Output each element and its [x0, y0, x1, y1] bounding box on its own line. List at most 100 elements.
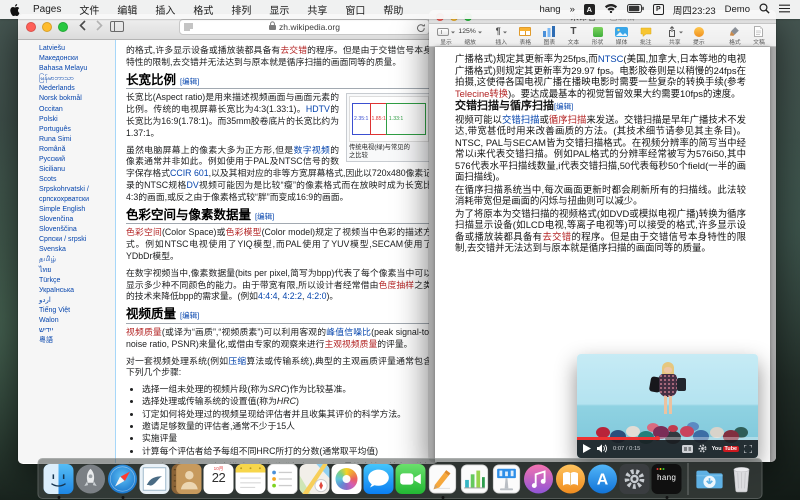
forward-button[interactable]	[96, 18, 103, 36]
wiki-link[interactable]: 色彩空间	[126, 227, 162, 237]
settings-gear-icon[interactable]	[698, 440, 707, 458]
language-link[interactable]: Sicilianu	[39, 165, 112, 175]
dock-item-maps[interactable]	[300, 464, 330, 494]
menu-item[interactable]: 编辑	[108, 2, 146, 17]
dock-item-numbers[interactable]	[460, 464, 490, 494]
dock-item-facetime[interactable]	[396, 464, 426, 494]
menu-item[interactable]: 共享	[298, 2, 336, 17]
share-button[interactable]: 共享	[663, 26, 687, 46]
dock-item-trash[interactable]	[727, 464, 757, 494]
shape-button[interactable]: 形状	[585, 26, 609, 46]
language-link[interactable]: Bahasa Melayu	[39, 64, 112, 74]
apple-menu-icon[interactable]	[10, 4, 20, 16]
menu-item[interactable]: 排列	[222, 2, 260, 17]
input-method-icon[interactable]: A	[584, 4, 595, 15]
dock-item-itunes[interactable]	[524, 464, 554, 494]
youtube-video-player[interactable]: 0:07 / 0:15 YouTube	[577, 354, 758, 458]
dock-item-safari[interactable]	[108, 464, 138, 494]
dock-item-app-store[interactable]: A	[588, 464, 618, 494]
parallels-status-icon[interactable]: P	[653, 4, 664, 15]
wiki-link[interactable]: 去交错	[542, 231, 571, 242]
language-link[interactable]: தமிழ்	[39, 255, 112, 265]
dock-item-downloads[interactable]	[695, 464, 725, 494]
edit-section-link[interactable]: [编辑]	[255, 212, 274, 221]
notification-center-icon[interactable]	[779, 4, 790, 16]
wiki-link[interactable]: 主观视频质量	[324, 339, 377, 349]
dock-item-messages[interactable]	[364, 464, 394, 494]
language-link[interactable]: မြန်မာဘာသာ	[39, 74, 112, 84]
language-link[interactable]: Slovenčina	[39, 215, 112, 225]
tips-button[interactable]: 提示	[687, 26, 711, 46]
edit-section-link[interactable]: [编辑]	[554, 102, 573, 111]
closed-captions-icon[interactable]	[682, 440, 693, 458]
language-link[interactable]: Tiếng Việt	[39, 306, 112, 316]
wiki-link[interactable]: 视频质量	[126, 327, 162, 337]
minimize-button[interactable]	[42, 22, 52, 32]
fullscreen-icon[interactable]	[744, 440, 752, 458]
dock-item-finder[interactable]	[44, 464, 74, 494]
insert-button[interactable]: 插入	[489, 26, 513, 46]
menu-item[interactable]: 显示	[260, 2, 298, 17]
wiki-link[interactable]: Telecine转换	[455, 88, 508, 99]
language-link[interactable]: Occitan	[39, 105, 112, 115]
wiki-link[interactable]: 峰值信噪比	[326, 327, 371, 337]
language-link[interactable]: ไทย	[39, 266, 112, 276]
menu-item[interactable]: Pages	[24, 4, 70, 15]
back-button[interactable]	[79, 18, 86, 36]
sidebar-toggle-icon[interactable]	[110, 21, 124, 32]
edit-section-link[interactable]: [编辑]	[180, 77, 199, 86]
wiki-link[interactable]: 色度抽样	[379, 280, 415, 290]
edit-section-link[interactable]: [编辑]	[180, 311, 199, 320]
wiki-link[interactable]: CCIR 601	[170, 168, 209, 178]
wiki-link[interactable]: 数字视频	[294, 145, 331, 155]
wifi-icon[interactable]	[604, 3, 618, 16]
reader-icon[interactable]	[184, 23, 193, 34]
menu-item[interactable]: 帮助	[374, 2, 412, 17]
status-overflow-chevrons[interactable]: »	[570, 4, 575, 15]
language-link[interactable]: Runa Simi	[39, 135, 112, 145]
wiki-link[interactable]: 交错扫描	[502, 114, 540, 125]
language-link[interactable]: Srpskohrvatski / српскохрватски	[39, 185, 112, 204]
battery-icon[interactable]	[627, 4, 644, 16]
comment-button[interactable]: 批注	[634, 26, 658, 46]
dock-item-keynote[interactable]	[492, 464, 522, 494]
dock-item-system-preferences[interactable]	[620, 464, 650, 494]
language-link[interactable]: Polski	[39, 115, 112, 125]
language-link[interactable]: Scots	[39, 175, 112, 185]
language-link[interactable]: Українська	[39, 286, 112, 296]
dock-item-photos[interactable]	[332, 464, 362, 494]
media-button[interactable]: 媒体	[610, 26, 634, 46]
dock-item-hang[interactable]: hang	[652, 464, 682, 494]
dock-item-ibooks[interactable]	[556, 464, 586, 494]
wiki-link[interactable]: 4:4:4	[258, 291, 278, 301]
aspect-ratio-figure[interactable]: 2.35:1 1.85:1 1.33:1 传统电视(绿)与常见的 之比较	[346, 93, 432, 162]
language-link[interactable]: Slovenščina	[39, 225, 112, 235]
language-link[interactable]: 粵語	[39, 336, 112, 346]
wiki-link[interactable]: NTSC	[598, 53, 624, 64]
language-link[interactable]: Română	[39, 145, 112, 155]
menu-bar-clock[interactable]: 周四23:23	[673, 3, 716, 17]
language-link[interactable]: Русский	[39, 155, 112, 165]
language-link[interactable]: Walon	[39, 316, 112, 326]
status-demo[interactable]: Demo	[725, 4, 750, 15]
language-link[interactable]: Português	[39, 125, 112, 135]
language-link[interactable]: Svenska	[39, 245, 112, 255]
wiki-link[interactable]: DV	[187, 180, 199, 190]
zoom-button[interactable]	[58, 22, 68, 32]
wiki-link[interactable]: HDTV	[306, 104, 330, 114]
text-button[interactable]: 文本	[561, 26, 585, 46]
dock-item-calendar[interactable]: 10月22	[204, 464, 234, 494]
wiki-link[interactable]: 4:2:2	[282, 291, 302, 301]
wiki-link[interactable]: 色彩模型	[226, 227, 262, 237]
wiki-link[interactable]: 压缩	[228, 356, 246, 366]
play-icon[interactable]	[583, 440, 591, 458]
language-link[interactable]: Türkçe	[39, 276, 112, 286]
dock-item-launchpad[interactable]	[76, 464, 106, 494]
menu-item[interactable]: 插入	[146, 2, 184, 17]
format-button[interactable]: 格式	[723, 26, 747, 46]
status-user[interactable]: hang	[539, 4, 560, 15]
table-button[interactable]: 表格	[513, 26, 537, 46]
zoom-button-toolbar[interactable]: 125%缩放	[458, 26, 482, 46]
language-link[interactable]: ייִדיש	[39, 326, 112, 336]
volume-icon[interactable]	[597, 440, 607, 458]
